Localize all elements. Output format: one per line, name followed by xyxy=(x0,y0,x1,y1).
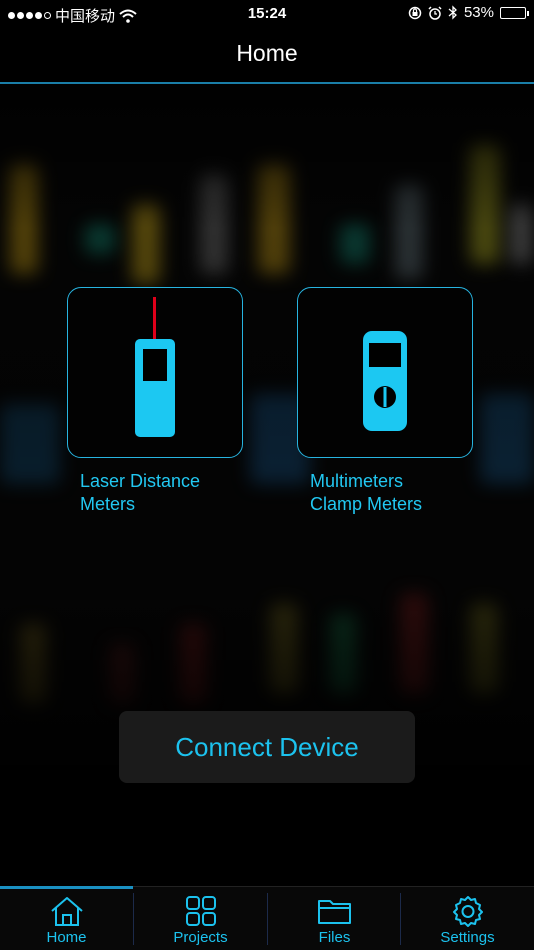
alarm-icon xyxy=(428,5,442,20)
laser-distance-meters-tile[interactable] xyxy=(67,287,243,458)
laser-distance-meter-icon xyxy=(134,296,175,437)
tab-projects-label: Projects xyxy=(173,929,228,946)
tab-settings[interactable]: Settings xyxy=(401,887,534,950)
tile-label-line1: Laser Distance xyxy=(80,471,201,491)
tile-label-line1: Multimeters xyxy=(310,471,404,491)
page-title: Home xyxy=(236,40,298,66)
tab-projects[interactable]: Projects xyxy=(134,887,267,950)
bluetooth-icon xyxy=(448,5,457,20)
tab-home-label: Home xyxy=(46,929,87,946)
folder-icon xyxy=(317,900,351,924)
orientation-lock-icon xyxy=(408,6,422,19)
navigation-bar: Home xyxy=(0,28,534,82)
battery-icon xyxy=(500,6,529,19)
projects-grid-icon xyxy=(185,896,216,926)
status-right: 53% xyxy=(408,4,529,21)
connect-device-button[interactable]: Connect Device xyxy=(119,711,415,783)
tile-label-line2: Meters xyxy=(80,494,136,514)
settings-gear-icon xyxy=(452,896,483,927)
tile-label-line2: Clamp Meters xyxy=(310,494,423,514)
laser-distance-meters-label[interactable]: Laser Distance Meters xyxy=(80,470,200,516)
battery-percent: 53% xyxy=(463,4,494,21)
multimeters-tile[interactable] xyxy=(297,287,473,458)
tab-bar: Home Projects Files Settings xyxy=(0,886,534,950)
tab-files[interactable]: Files xyxy=(268,887,401,950)
tab-settings-label: Settings xyxy=(440,929,495,946)
status-bar: 中国移动 15:24 53% xyxy=(0,0,534,28)
tab-home[interactable]: Home xyxy=(0,886,133,950)
tab-files-label: Files xyxy=(318,929,351,946)
multimeter-icon xyxy=(362,330,407,431)
multimeters-label[interactable]: Multimeters Clamp Meters xyxy=(310,470,422,516)
home-icon xyxy=(50,897,83,926)
